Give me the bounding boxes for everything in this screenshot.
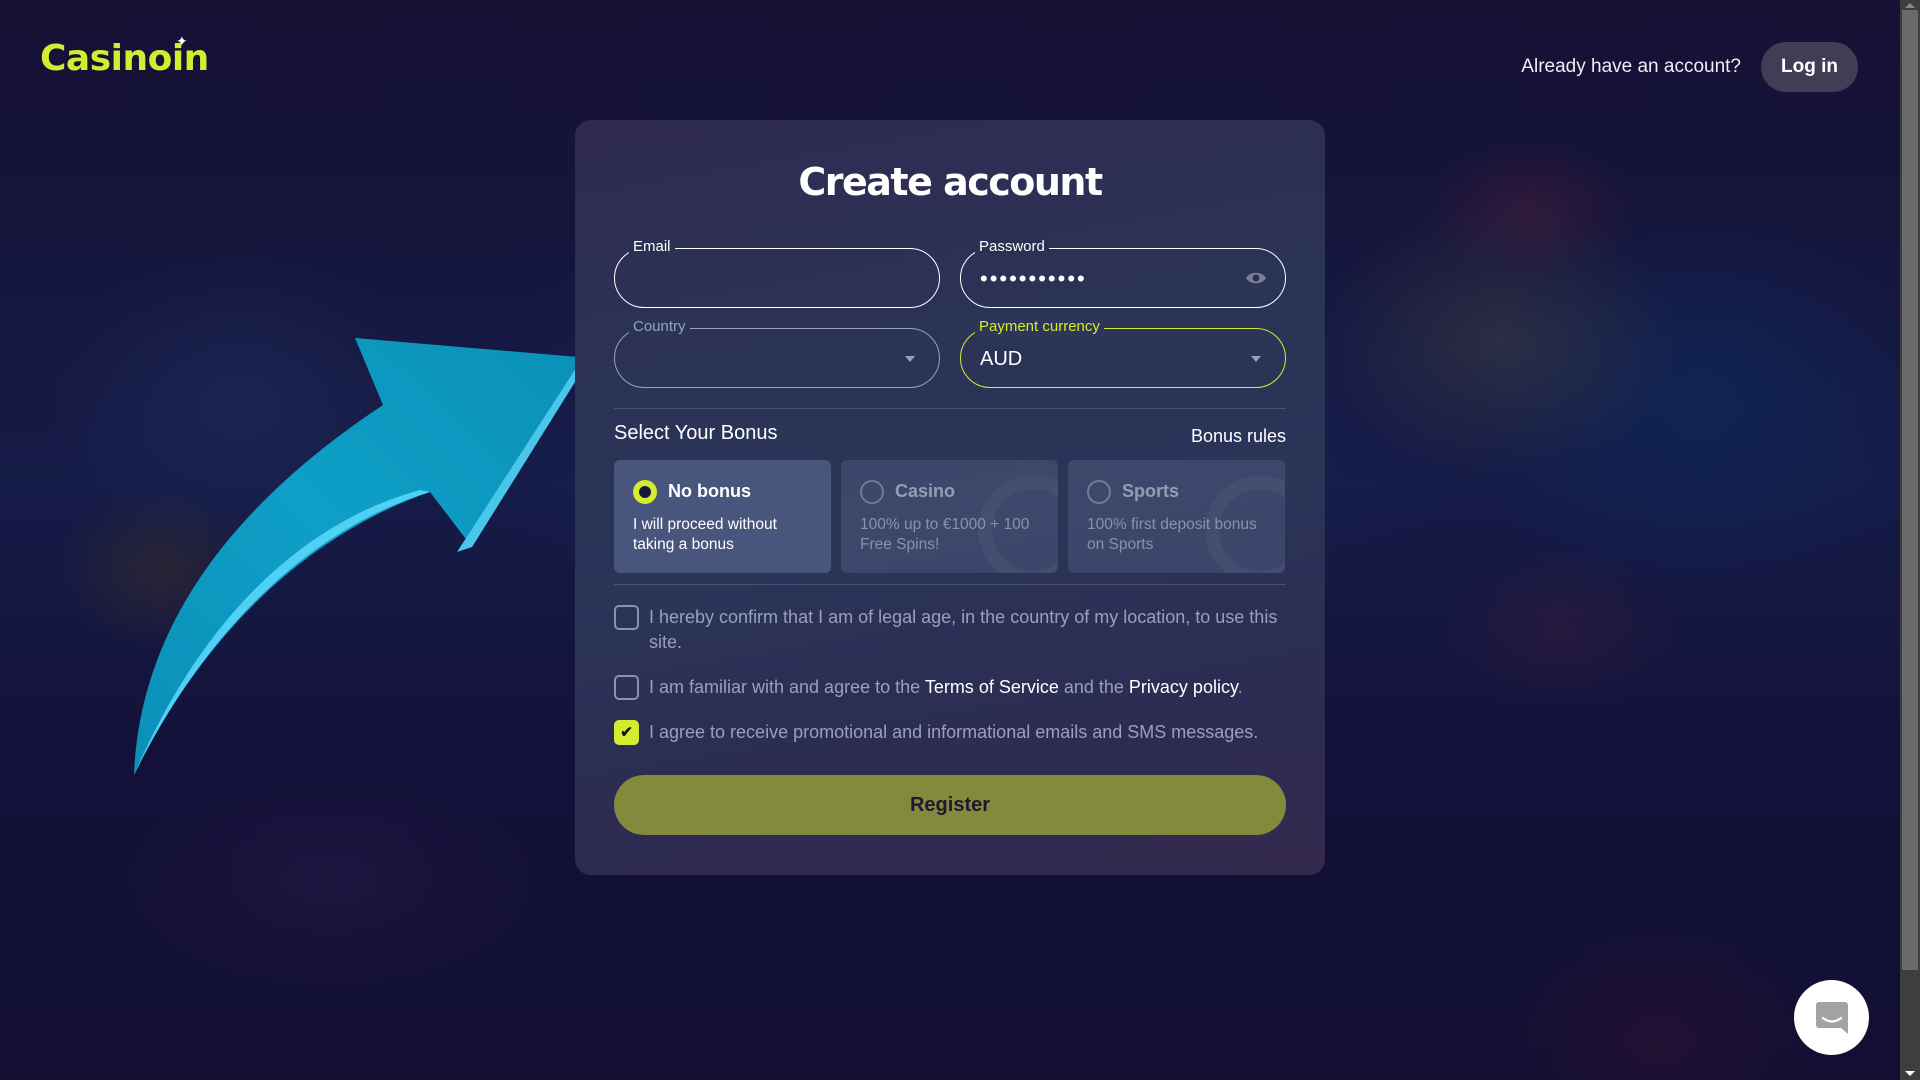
bonus-name: Sports — [1122, 481, 1180, 501]
chevron-down-icon — [1251, 356, 1261, 362]
terms-consent: I am familiar with and agree to the Term… — [614, 675, 1286, 700]
bonus-name: Casino — [895, 481, 956, 501]
terms-text-after: . — [1237, 677, 1243, 697]
page-title: Create account — [798, 160, 1103, 204]
bonus-description: 100% up to €1000 + 100 Free Spins! — [860, 516, 1030, 553]
scrollbar-thumb[interactable] — [1902, 10, 1918, 970]
sparkle-icon: ✦ — [176, 34, 188, 50]
pointer-arrow-graphic — [134, 338, 590, 775]
bonus-option-no-bonus[interactable]: No bonus I will proceed without taking a… — [614, 460, 831, 573]
terms-of-service-link[interactable]: Terms of Service — [925, 677, 1059, 697]
password-field[interactable]: Password ••••••••••• — [960, 238, 1286, 309]
bonus-section-title: Select Your Bonus — [614, 422, 778, 444]
bonus-option-sports[interactable]: Sports 100% first deposit bonus on Sport… — [1068, 460, 1285, 573]
terms-checkbox[interactable] — [614, 675, 639, 700]
bonus-description: I will proceed without taking a bonus — [633, 516, 777, 553]
have-account-text: Already have an account? — [1521, 56, 1742, 77]
marketing-consent: ✔ I agree to receive promotional and inf… — [614, 720, 1286, 745]
marketing-checkbox[interactable]: ✔ — [614, 720, 639, 745]
currency-select[interactable]: Payment currency AUD — [960, 318, 1286, 388]
legal-age-checkbox[interactable] — [614, 605, 639, 630]
register-button[interactable]: Register — [614, 775, 1286, 835]
terms-text-before: I am familiar with and agree to the — [649, 677, 925, 697]
divider — [614, 584, 1286, 585]
email-label: Email — [629, 238, 675, 256]
country-select[interactable]: Country — [614, 318, 940, 388]
bonus-description: 100% first deposit bonus on Sports — [1087, 516, 1257, 553]
divider — [614, 408, 1286, 409]
create-account-card: Create account Email Password ••••••••••… — [575, 120, 1325, 875]
privacy-policy-link[interactable]: Privacy policy — [1129, 677, 1238, 697]
legal-age-consent: I hereby confirm that I am of legal age,… — [614, 605, 1286, 655]
bonus-rules-link[interactable]: Bonus rules — [1191, 426, 1286, 447]
casinoin-logo[interactable]: Casinoin ✦ — [40, 34, 209, 79]
bonus-option-casino[interactable]: Casino 100% up to €1000 + 100 Free Spins… — [841, 460, 1058, 573]
scroll-up-arrow-icon[interactable] — [1905, 3, 1915, 8]
chat-widget-button[interactable] — [1794, 980, 1869, 1055]
checkmark-icon: ✔ — [620, 724, 633, 741]
radio-unselected-icon[interactable] — [1087, 480, 1111, 504]
arrow-body — [134, 338, 590, 775]
currency-value: AUD — [980, 348, 1023, 370]
chat-icon — [1815, 1001, 1848, 1034]
legal-age-text: I hereby confirm that I am of legal age,… — [649, 607, 1278, 652]
scroll-down-arrow-icon[interactable] — [1905, 1071, 1915, 1076]
page-scrollbar[interactable] — [1900, 0, 1920, 1080]
country-label: Country — [629, 318, 690, 336]
login-button[interactable]: Log in — [1761, 42, 1858, 92]
radio-selected-icon[interactable] — [633, 480, 657, 504]
chevron-down-icon — [905, 356, 915, 362]
password-input[interactable]: ••••••••••• — [980, 249, 1087, 309]
bonus-name: No bonus — [668, 481, 751, 501]
terms-text-middle: and the — [1058, 677, 1129, 697]
eye-icon[interactable] — [1245, 269, 1267, 287]
email-field[interactable]: Email — [614, 238, 940, 308]
terms-text: I am familiar with and agree to the Term… — [649, 675, 1243, 700]
header-login-area: Already have an account? Log in — [1521, 42, 1858, 92]
radio-unselected-icon[interactable] — [860, 480, 884, 504]
marketing-text: I agree to receive promotional and infor… — [649, 722, 1259, 742]
